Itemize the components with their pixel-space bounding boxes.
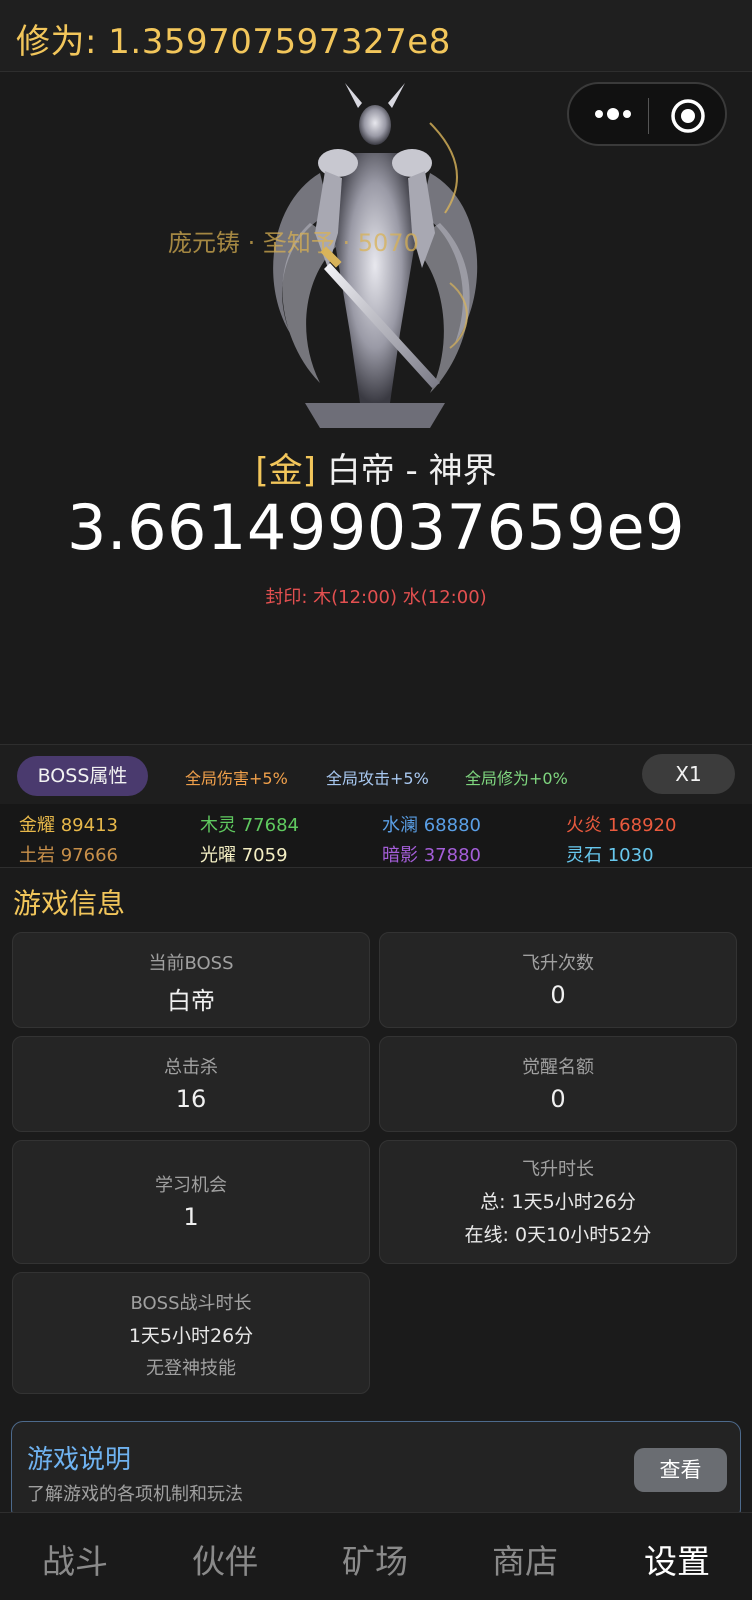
current-boss-card: 当前BOSS 白帝 bbox=[12, 932, 370, 1028]
ascend-time-total: 总: 1天5小时26分 bbox=[480, 1191, 636, 1213]
learn-chance-card: 学习机会 1 bbox=[12, 1140, 370, 1264]
current-boss-label: 当前BOSS bbox=[148, 953, 234, 974]
boss-name: [金] 白帝 - 神界 bbox=[0, 443, 752, 492]
learn-chance-value: 1 bbox=[183, 1203, 199, 1231]
global-cultivation-buff: 全局修为+0% bbox=[465, 769, 568, 788]
mini-program-capsule bbox=[567, 82, 727, 146]
boss-attributes-button[interactable]: BOSS属性 bbox=[17, 756, 148, 796]
awaken-quota-card: 觉醒名额 0 bbox=[379, 1036, 737, 1132]
learn-chance-label: 学习机会 bbox=[155, 1175, 227, 1196]
element-water: 水澜 68880 bbox=[382, 815, 481, 836]
global-attack-buff: 全局攻击+5% bbox=[326, 769, 429, 788]
total-kills-label: 总击杀 bbox=[164, 1057, 218, 1078]
element-wood: 木灵 77684 bbox=[200, 815, 299, 836]
total-kills-card: 总击杀 16 bbox=[12, 1036, 370, 1132]
boss-title: 白帝 - 神界 bbox=[326, 451, 497, 491]
total-kills-value: 16 bbox=[175, 1085, 207, 1113]
target-circle-icon[interactable] bbox=[670, 98, 706, 134]
game-info-title: 游戏信息 bbox=[13, 887, 126, 920]
ascend-time-card: 飞升时长 总: 1天5小时26分 在线: 0天10小时52分 bbox=[379, 1140, 737, 1264]
element-gold: 金耀 89413 bbox=[19, 815, 118, 836]
boss-attribute-bar: BOSS属性 全局伤害+5% 全局攻击+5% 全局修为+0% X1 bbox=[0, 744, 752, 804]
cultivation-value: 修为: 1.359707597327e8 bbox=[16, 22, 451, 62]
top-bar: 修为: 1.359707597327e8 bbox=[0, 0, 752, 72]
boss-hp: 3.661499037659e9 bbox=[66, 491, 686, 564]
artwork-watermark: 庞元铸 · 圣知予 · 5070 bbox=[168, 229, 419, 257]
boss-rank-tag: [金] bbox=[255, 451, 316, 491]
boss-fight-time-value: 1天5小时26分 bbox=[128, 1325, 254, 1347]
boss-fight-time-label: BOSS战斗时长 bbox=[130, 1293, 252, 1314]
element-spirit-stone: 灵石 1030 bbox=[566, 845, 654, 866]
bottom-navigation: 战斗 伙伴 矿场 商店 设置 bbox=[0, 1512, 752, 1600]
boss-display[interactable]: 庞元铸 · 圣知予 · 5070 [金] 白帝 - 神界 3.661499037… bbox=[0, 73, 752, 743]
ascend-time-online: 在线: 0天10小时52分 bbox=[464, 1224, 652, 1246]
deity-skill-note: 无登神技能 bbox=[146, 1358, 236, 1379]
view-guide-button[interactable]: 查看 bbox=[634, 1448, 727, 1492]
nav-settings[interactable]: 设置 bbox=[602, 1535, 752, 1583]
ascend-count-card: 飞升次数 0 bbox=[379, 932, 737, 1028]
ascend-time-label: 飞升时长 bbox=[522, 1159, 594, 1180]
element-shadow: 暗影 37880 bbox=[382, 845, 481, 866]
capsule-divider bbox=[648, 98, 649, 134]
element-fire: 火炎 168920 bbox=[566, 815, 677, 836]
element-earth: 土岩 97666 bbox=[19, 845, 118, 866]
game-guide-description: 了解游戏的各项机制和玩法 bbox=[27, 1484, 243, 1505]
boss-character-image bbox=[273, 83, 478, 428]
nav-battle[interactable]: 战斗 bbox=[0, 1535, 150, 1583]
element-light: 光曜 7059 bbox=[200, 845, 288, 866]
nav-partner[interactable]: 伙伴 bbox=[150, 1535, 300, 1583]
current-boss-value: 白帝 bbox=[167, 987, 215, 1015]
ascend-count-value: 0 bbox=[550, 981, 566, 1009]
ascend-count-label: 飞升次数 bbox=[522, 953, 594, 974]
nav-mine[interactable]: 矿场 bbox=[300, 1535, 450, 1583]
element-stats: 金耀 89413 木灵 77684 水澜 68880 火炎 168920 土岩 … bbox=[0, 804, 752, 868]
awaken-quota-value: 0 bbox=[550, 1085, 566, 1113]
seal-status: 封印: 木(12:00) 水(12:00) bbox=[265, 587, 487, 608]
speed-multiplier-button[interactable]: X1 bbox=[642, 754, 735, 794]
nav-shop[interactable]: 商店 bbox=[450, 1535, 600, 1583]
game-guide-title: 游戏说明 bbox=[27, 1445, 132, 1475]
more-dots-icon[interactable] bbox=[591, 102, 635, 126]
awaken-quota-label: 觉醒名额 bbox=[522, 1057, 594, 1078]
game-guide-card: 游戏说明 了解游戏的各项机制和玩法 查看 bbox=[11, 1421, 741, 1521]
global-damage-buff: 全局伤害+5% bbox=[185, 769, 288, 788]
boss-fight-time-card: BOSS战斗时长 1天5小时26分 无登神技能 bbox=[12, 1272, 370, 1394]
